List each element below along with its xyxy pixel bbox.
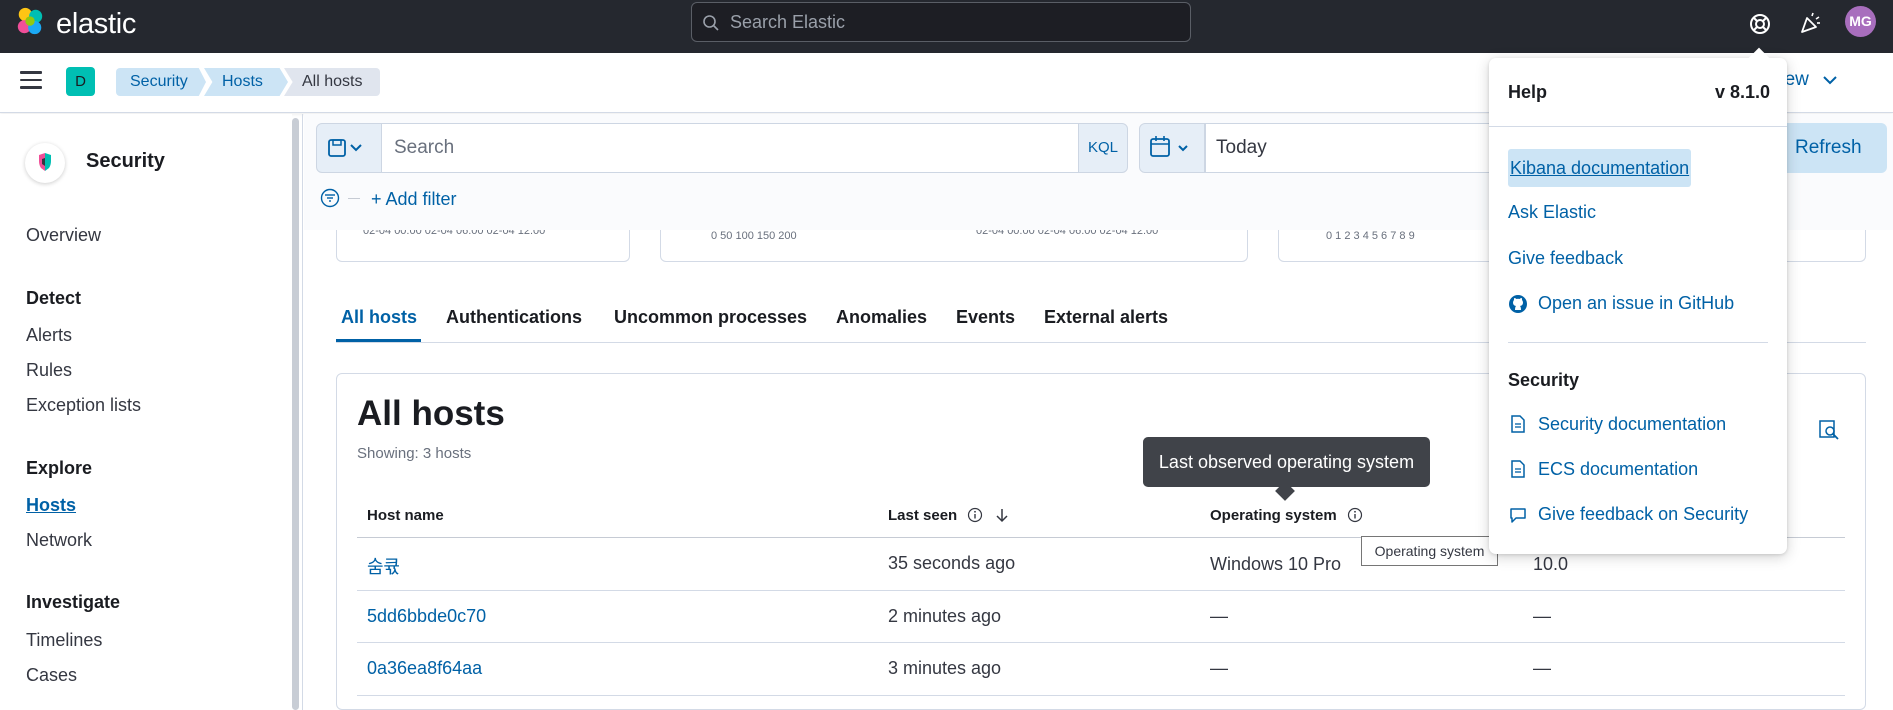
host-name-link[interactable]: 숨큓 <box>367 553 400 579</box>
user-avatar[interactable]: MG <box>1845 6 1876 37</box>
table-row-divider <box>357 695 1845 696</box>
os-cell: Windows 10 Pro <box>1210 554 1342 574</box>
ecs-documentation-link[interactable]: ECS documentation <box>1538 459 1698 480</box>
filter-icon[interactable] <box>320 188 340 208</box>
date-quick-select-button[interactable] <box>1139 123 1205 173</box>
security-shield-icon <box>39 153 51 171</box>
column-header-host-name[interactable]: Host name <box>367 507 444 524</box>
column-header-last-seen[interactable]: Last seen <box>888 507 1010 524</box>
kibana-version: v 8.1.0 <box>1715 82 1771 102</box>
sidebar-title: Security <box>86 150 165 172</box>
column-header-operating-system[interactable]: Operating system <box>1210 507 1363 524</box>
axis-ticks: 0 1 2 3 4 5 6 7 8 9 <box>1326 230 1415 242</box>
tab-all-hosts[interactable]: All hosts <box>341 307 417 328</box>
refresh-label: Refresh <box>1795 137 1862 158</box>
global-search-input[interactable] <box>730 3 1180 41</box>
brand-name[interactable]: elastic <box>56 8 136 41</box>
sidebar-item-overview[interactable]: Overview <box>26 225 101 246</box>
sidebar-item-rules[interactable]: Rules <box>26 360 72 381</box>
add-filter-button[interactable]: + Add filter <box>371 189 457 210</box>
info-icon[interactable] <box>1347 507 1363 523</box>
chevron-down-icon <box>1823 76 1837 85</box>
sidebar-item-cases[interactable]: Cases <box>26 665 77 686</box>
table-row-divider <box>357 590 1845 591</box>
last-seen-cell: 2 minutes ago <box>888 606 1002 626</box>
give-feedback-on-security-link[interactable]: Give feedback on Security <box>1538 504 1748 525</box>
elastic-logo-icon[interactable] <box>15 6 45 36</box>
sidebar-item-alerts[interactable]: Alerts <box>26 325 72 346</box>
sidebar-scrollbar[interactable] <box>292 118 299 710</box>
sidebar-item-timelines[interactable]: Timelines <box>26 630 102 651</box>
sidebar-divider <box>302 114 303 710</box>
column-header-label: Last seen <box>888 507 958 524</box>
version-cell: — <box>1533 658 1551 678</box>
column-header-label: Operating system <box>1210 507 1337 524</box>
axis-ticks: 0 50 100 150 200 <box>711 230 797 242</box>
panel-title: All hosts <box>357 394 505 433</box>
os-cell: — <box>1210 606 1228 626</box>
table-row-divider <box>357 642 1845 643</box>
ask-elastic-link[interactable]: Ask Elastic <box>1508 202 1596 223</box>
github-icon <box>1509 295 1527 313</box>
sidebar-item-hosts[interactable]: Hosts <box>26 495 76 516</box>
last-seen-cell: 3 minutes ago <box>888 658 1002 678</box>
space-avatar[interactable]: D <box>66 67 95 96</box>
host-name-link[interactable]: 5dd6bbde0c70 <box>367 606 486 627</box>
query-search-input[interactable] <box>382 124 1078 172</box>
save-icon <box>328 139 362 157</box>
query-search-field[interactable] <box>382 123 1078 173</box>
sidebar-item-exception-lists[interactable]: Exception lists <box>26 395 141 416</box>
last-seen-cell: 35 seconds ago <box>888 553 1016 573</box>
version-cell: — <box>1533 606 1551 626</box>
results-count: Showing: 3 hosts <box>357 445 472 462</box>
sidebar-heading-explore: Explore <box>26 458 93 478</box>
kibana-documentation-link[interactable]: Kibana documentation <box>1508 149 1692 187</box>
active-tab-indicator <box>336 339 421 342</box>
help-menu-divider <box>1489 126 1787 127</box>
help-menu-title: Help <box>1508 82 1548 102</box>
os-cell: — <box>1210 658 1228 678</box>
breadcrumb-hosts[interactable]: Hosts <box>204 68 288 96</box>
sort-descending-icon[interactable] <box>994 507 1010 523</box>
browser-tooltip: Operating system <box>1361 536 1498 566</box>
tab-external-alerts[interactable]: External alerts <box>1044 307 1168 328</box>
query-language-button[interactable]: KQL <box>1078 123 1128 173</box>
filter-divider <box>348 198 360 199</box>
help-menu-divider <box>1508 342 1768 343</box>
tab-anomalies[interactable]: Anomalies <box>836 307 927 328</box>
document-icon <box>1511 460 1525 478</box>
open-github-issue-link[interactable]: Open an issue in GitHub <box>1538 293 1734 314</box>
tab-uncommon-processes[interactable]: Uncommon processes <box>614 307 807 328</box>
help-icon[interactable] <box>1746 10 1774 38</box>
security-app-logo <box>25 143 65 183</box>
give-feedback-link[interactable]: Give feedback <box>1508 248 1623 269</box>
sidebar-heading-detect: Detect <box>26 288 82 308</box>
refresh-button[interactable]: Refresh <box>1780 123 1887 173</box>
calendar-icon <box>1150 136 1188 157</box>
breadcrumb-security[interactable]: Security <box>116 68 206 96</box>
sidebar-item-network[interactable]: Network <box>26 530 92 551</box>
host-name-link[interactable]: 0a36ea8f64aa <box>367 658 482 679</box>
global-search[interactable] <box>691 2 1191 42</box>
newsfeed-icon[interactable] <box>1796 10 1824 38</box>
breadcrumb-all-hosts: All hosts <box>284 68 380 96</box>
feedback-icon <box>1510 508 1526 523</box>
version-cell: 10.0 <box>1533 554 1569 574</box>
help-security-heading: Security <box>1508 370 1580 390</box>
tab-events[interactable]: Events <box>956 307 1015 328</box>
menu-toggle-icon[interactable] <box>20 71 42 91</box>
search-icon <box>703 15 719 31</box>
sidebar-heading-investigate: Investigate <box>26 592 121 612</box>
column-tooltip: Last observed operating system <box>1143 437 1430 487</box>
tab-authentications[interactable]: Authentications <box>446 307 582 328</box>
document-icon <box>1511 415 1525 433</box>
info-icon[interactable] <box>967 507 983 523</box>
inspect-icon[interactable] <box>1818 419 1840 441</box>
date-range-display[interactable]: Today <box>1205 123 1505 173</box>
saved-query-button[interactable] <box>316 123 382 173</box>
security-documentation-link[interactable]: Security documentation <box>1538 414 1726 435</box>
